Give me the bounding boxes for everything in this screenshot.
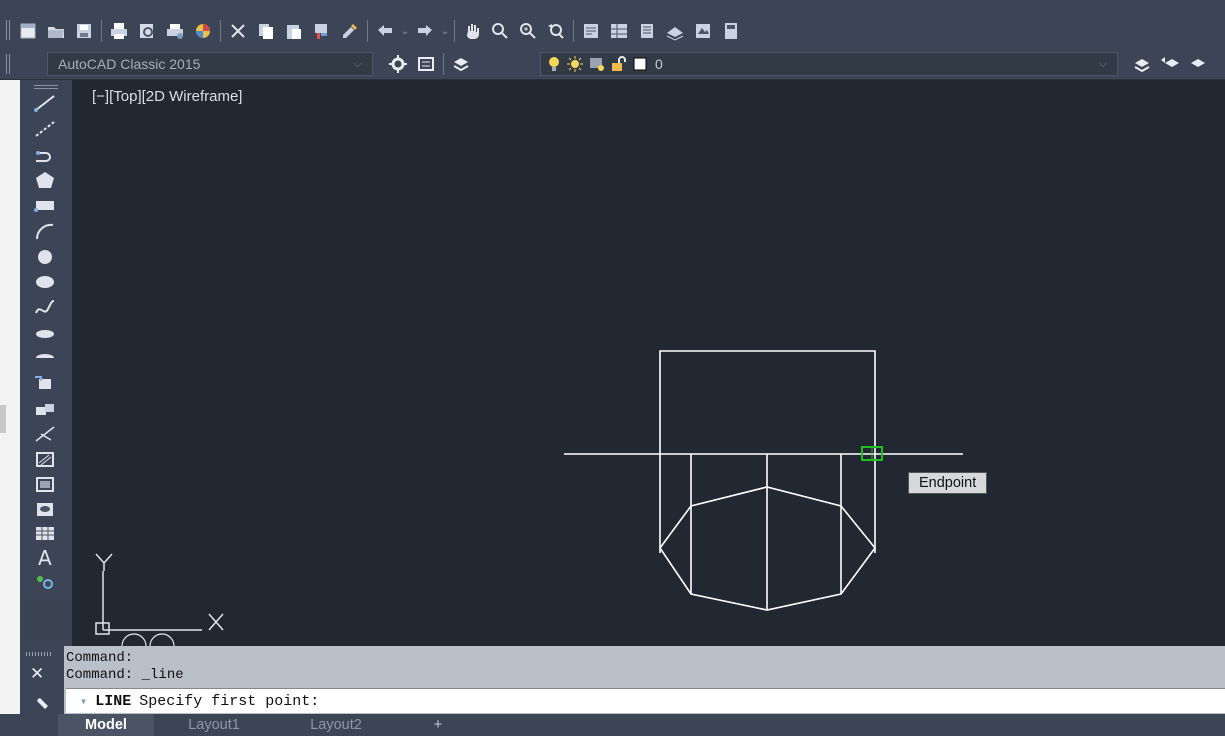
customize-wrench-icon[interactable]: [30, 690, 50, 710]
new-file-icon[interactable]: [14, 18, 42, 44]
paste-icon[interactable]: [280, 18, 308, 44]
layer-dropdown[interactable]: 0 ⌵: [540, 52, 1118, 76]
toolbar-separator: [367, 20, 368, 42]
command-line-sidebar: ✕: [20, 646, 64, 714]
drawing-canvas[interactable]: [72, 80, 1225, 646]
render-icon[interactable]: [189, 18, 217, 44]
zoom-realtime-icon[interactable]: [486, 18, 514, 44]
sheet-set-manager-icon[interactable]: [661, 18, 689, 44]
ucs-icon: [95, 553, 224, 646]
gradient-icon[interactable]: [30, 473, 60, 495]
block-editor-icon[interactable]: [336, 18, 364, 44]
tab-layout1[interactable]: Layout1: [160, 714, 268, 736]
copy-icon[interactable]: [252, 18, 280, 44]
ellipse-icon[interactable]: [30, 322, 60, 344]
line-tool-icon[interactable]: [30, 92, 60, 114]
multiline-text-icon[interactable]: A: [30, 546, 60, 568]
layout-tabs: Model Layout1 Layout2 +: [0, 714, 1225, 736]
publish-icon[interactable]: [161, 18, 189, 44]
construction-line-icon[interactable]: [30, 118, 60, 140]
layer-previous-icon[interactable]: [1156, 51, 1184, 77]
layer-color-swatch[interactable]: [633, 57, 647, 71]
calculator-icon[interactable]: [717, 18, 745, 44]
toolbar-grip[interactable]: [6, 20, 12, 40]
insert-block-icon[interactable]: [30, 372, 60, 394]
toolbar-separator: [573, 20, 574, 42]
close-icon[interactable]: ✕: [30, 664, 44, 684]
region-icon[interactable]: [30, 498, 60, 520]
command-input[interactable]: ▾ LINE Specify first point:: [66, 688, 1225, 713]
clean-screen-icon[interactable]: [412, 51, 440, 77]
tab-layout2[interactable]: Layout2: [280, 714, 392, 736]
point-icon[interactable]: [30, 423, 60, 445]
design-center-icon[interactable]: [605, 18, 633, 44]
command-prompt-text: Specify first point:: [139, 692, 320, 710]
redo-dropdown-icon[interactable]: ⌄: [439, 26, 451, 37]
tool-palettes-icon[interactable]: [633, 18, 661, 44]
command-history-line: Command: _line: [66, 667, 184, 683]
make-current-layer-icon[interactable]: [1128, 51, 1156, 77]
polyline-icon[interactable]: [30, 144, 60, 166]
match-properties-icon[interactable]: [308, 18, 336, 44]
current-layer-name: 0: [655, 56, 663, 72]
draw-toolbar: A: [20, 80, 73, 597]
workspaces-layers-toolbar: AutoCAD Classic 2015 ⌵ 0 ⌵: [0, 49, 1225, 80]
redo-icon[interactable]: [411, 18, 439, 44]
standard-toolbar: ⌄ ⌄: [0, 0, 1225, 50]
workspace-value: AutoCAD Classic 2015: [58, 56, 201, 72]
ellipse-arc-icon[interactable]: [30, 346, 60, 368]
rectangle-icon[interactable]: [30, 194, 60, 216]
layer-thaw-sun-icon[interactable]: [567, 56, 583, 72]
print-icon[interactable]: [105, 18, 133, 44]
workspace-dropdown[interactable]: AutoCAD Classic 2015 ⌵: [47, 52, 373, 76]
left-dock-strip: [0, 80, 20, 736]
circle-icon[interactable]: [30, 246, 60, 268]
layer-properties-icon[interactable]: [447, 51, 475, 77]
command-history-line: Command:: [66, 650, 134, 666]
print-preview-icon[interactable]: [133, 18, 161, 44]
polygon-icon[interactable]: [30, 169, 60, 191]
toolbar-separator: [101, 20, 102, 42]
layer-unlock-icon[interactable]: [611, 56, 627, 72]
toolbar-grip[interactable]: [34, 84, 58, 89]
command-keyword: LINE: [95, 692, 132, 710]
hatch-icon[interactable]: [30, 448, 60, 470]
command-line-grip[interactable]: [26, 652, 52, 656]
svg-text:A: A: [38, 547, 52, 567]
cut-icon[interactable]: [224, 18, 252, 44]
undo-dropdown-icon[interactable]: ⌄: [399, 26, 411, 37]
workspace-settings-icon[interactable]: [384, 51, 412, 77]
zoom-previous-icon[interactable]: [542, 18, 570, 44]
open-file-icon[interactable]: [42, 18, 70, 44]
save-icon[interactable]: [70, 18, 98, 44]
layer-viewport-icon[interactable]: [589, 56, 605, 72]
revision-cloud-icon[interactable]: [30, 271, 60, 293]
table-icon[interactable]: [30, 522, 60, 544]
dock-handle[interactable]: [0, 405, 6, 433]
undo-icon[interactable]: [371, 18, 399, 44]
toolbar-separator: [443, 53, 444, 75]
toolbar-grip[interactable]: [6, 54, 12, 74]
arc-icon[interactable]: [30, 220, 60, 242]
osnap-tooltip: Endpoint: [908, 472, 988, 494]
chevron-down-icon: ⌵: [1098, 57, 1107, 70]
toolbar-separator: [454, 20, 455, 42]
spline-icon[interactable]: [30, 296, 60, 318]
tab-model[interactable]: Model: [58, 714, 154, 736]
layer-states-icon[interactable]: [1184, 51, 1212, 77]
command-history: Command: Command: _line: [66, 650, 184, 684]
chevron-down-icon: ⌵: [353, 57, 362, 70]
markup-set-manager-icon[interactable]: [689, 18, 717, 44]
toolbar-separator: [220, 20, 221, 42]
command-prompt-arrow-icon: ▾: [80, 694, 88, 709]
add-layout-icon[interactable]: +: [418, 714, 458, 736]
zoom-window-icon[interactable]: [514, 18, 542, 44]
layer-on-bulb-icon[interactable]: [547, 56, 561, 72]
drawing-viewport[interactable]: [−][Top][2D Wireframe] Endpoint: [72, 80, 1225, 646]
pan-icon[interactable]: [458, 18, 486, 44]
make-block-icon[interactable]: [30, 398, 60, 420]
properties-icon[interactable]: [577, 18, 605, 44]
add-selected-icon[interactable]: [30, 570, 60, 592]
